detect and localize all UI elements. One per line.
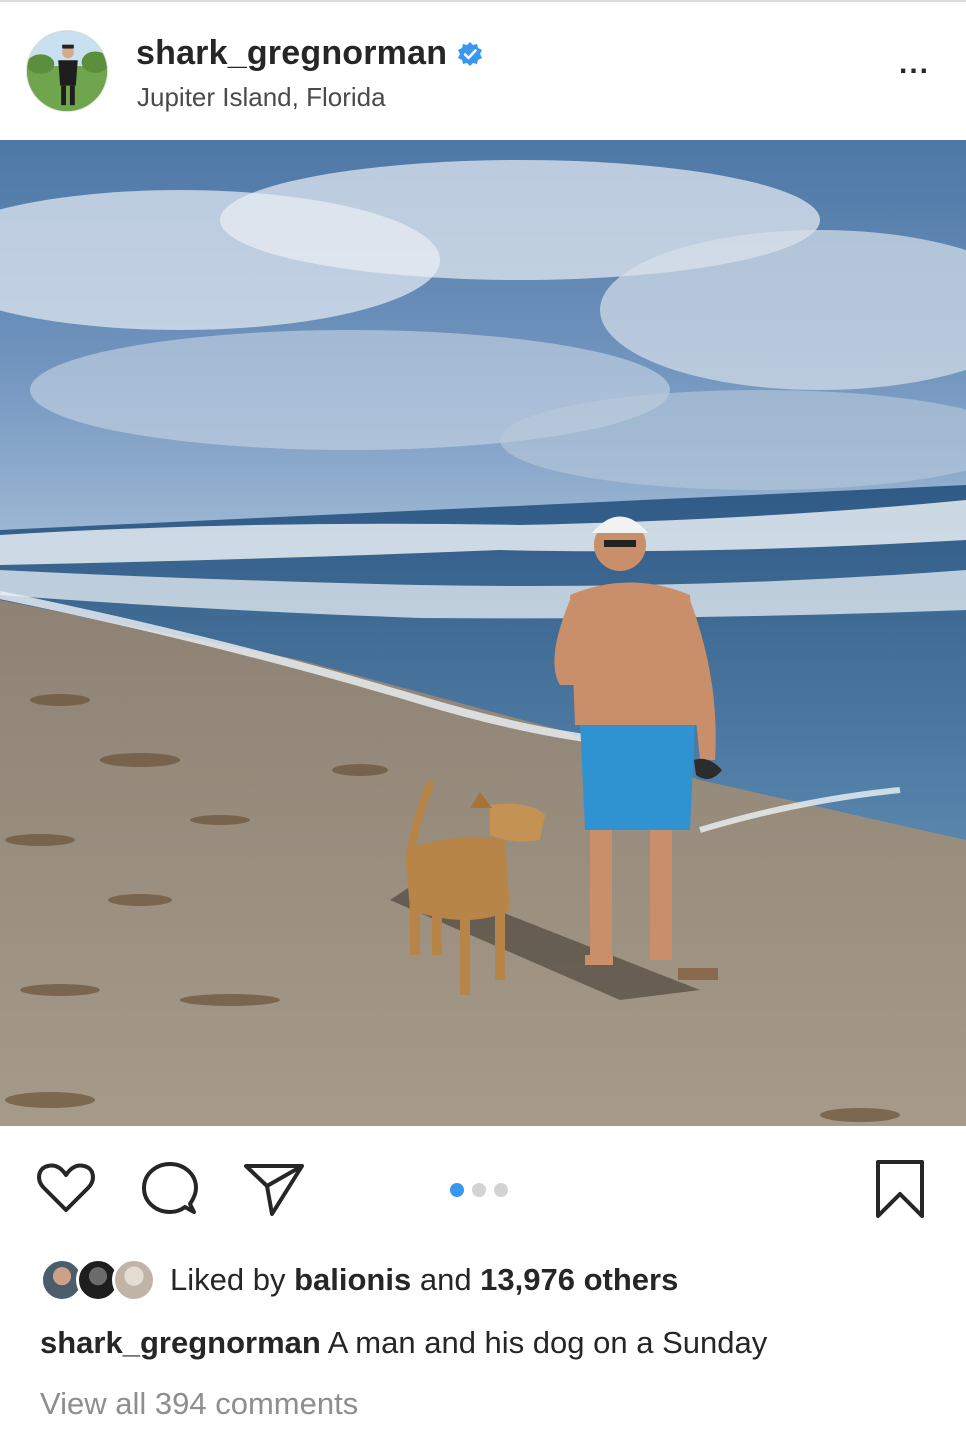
post-location[interactable]: Jupiter Island, Florida [137,82,386,113]
carousel-dot[interactable] [494,1183,508,1197]
likes-row: Liked by balionis and 13,976 others [40,1256,678,1304]
carousel-indicator [450,1183,508,1197]
likes-summary: Liked by balionis and 13,976 others [170,1262,678,1298]
paper-plane-icon[interactable] [242,1156,306,1220]
username-link[interactable]: shark_gregnorman [136,34,447,73]
caption-username-link[interactable]: shark_gregnorman [40,1325,321,1360]
comment-bubble-icon[interactable] [138,1156,202,1220]
post-caption: shark_gregnorman A man and his dog on a … [40,1325,767,1361]
post-photo[interactable] [0,140,966,1126]
likes-count-link[interactable]: 13,976 others [480,1262,678,1297]
caption-text: A man and his dog on a Sunday [320,1325,768,1360]
liker-username-link[interactable]: balionis [294,1262,411,1297]
view-all-comments-link[interactable]: View all 394 comments [40,1386,358,1422]
liker-avatar [112,1258,156,1302]
bookmark-icon[interactable] [868,1156,932,1220]
likes-middle: and [411,1262,481,1297]
carousel-dot-active[interactable] [450,1183,464,1197]
username-row: shark_gregnorman [136,34,483,73]
verified-badge-icon [457,41,483,67]
liker-avatars[interactable] [40,1258,158,1302]
post-header: shark_gregnorman Jupiter Island, Florida… [0,2,966,140]
more-options-icon[interactable]: ... [899,49,930,79]
carousel-dot[interactable] [472,1183,486,1197]
likes-prefix: Liked by [170,1262,295,1297]
heart-icon[interactable] [34,1156,98,1220]
beach-photo-image [0,140,966,1126]
profile-avatar[interactable] [26,30,108,112]
